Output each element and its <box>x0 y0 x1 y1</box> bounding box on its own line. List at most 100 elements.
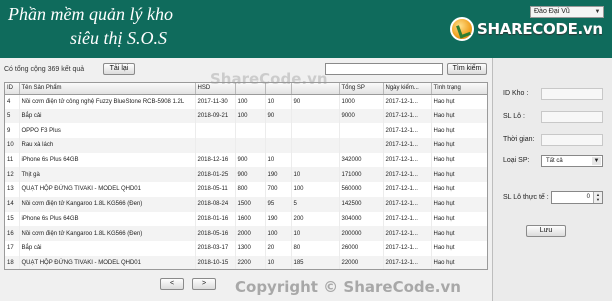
table-cell: 2200 <box>235 255 266 269</box>
table-cell: 200000 <box>339 226 384 241</box>
table-cell: 2017-12-1... <box>383 167 432 183</box>
table-cell: 90 <box>291 94 340 109</box>
column-header[interactable]: ID <box>5 83 20 95</box>
thoi-gian-label: Thời gian: <box>503 136 535 143</box>
result-count: Có tổng cộng 369 kết quả <box>4 66 85 73</box>
app-title-line1: Phần mềm quản lý kho <box>8 4 173 24</box>
table-cell: 16 <box>5 226 20 241</box>
table-row[interactable]: 5 Bắp cải 2018-09-21 100 90 9000 2017-12-1... H… <box>5 108 487 124</box>
table-cell: 1300 <box>235 240 266 256</box>
table-row[interactable]: 18 QUẠT HỘP ĐỨNG TIVAKI - MODEL QHD01 2018… <box>5 255 487 269</box>
table-cell: 20 <box>265 240 292 256</box>
table-cell: 10 <box>291 226 340 241</box>
table-cell <box>265 123 292 139</box>
table-cell <box>265 138 292 153</box>
table-cell: 142500 <box>339 196 384 212</box>
table-cell: 2017-11-30 <box>195 94 236 109</box>
table-cell: 2018-01-25 <box>195 167 236 183</box>
table-row[interactable]: 15 iPhone 6s Plus 64GB 2018-01-16 1600 190 20… <box>5 211 487 227</box>
table-cell: 2017-12-1... <box>383 226 432 241</box>
table-cell: 100 <box>291 182 340 197</box>
thoi-gian-field <box>541 134 603 146</box>
user-select-value: Đào Đại Vũ <box>534 8 570 15</box>
table-cell: 100 <box>265 226 292 241</box>
table-cell: 2017-12-1... <box>383 182 432 197</box>
sharecode-logo: SHARECODE.vn <box>450 16 603 42</box>
table-cell: 2017-12-1... <box>383 240 432 256</box>
table-row[interactable]: 9 OPPO F3 Plus 2017-12-1... Hao hụt <box>5 123 487 139</box>
search-input[interactable] <box>325 63 443 75</box>
table-cell: Hao hụt <box>431 167 487 183</box>
table-row[interactable]: 16 Nồi cơm điện tử Kangaroo 1.8L KG566 (Đ… <box>5 226 487 241</box>
table-row[interactable]: 13 QUẠT HỘP ĐỨNG TIVAKI - MODEL QHD01 2018… <box>5 182 487 197</box>
table-cell: Hao hụt <box>431 182 487 197</box>
table-cell: 2017-12-1... <box>383 152 432 168</box>
table-cell <box>339 123 384 139</box>
save-button[interactable]: Lưu <box>526 225 566 237</box>
column-header[interactable]: Tình trạng <box>431 83 487 95</box>
table-cell: Thịt gà <box>19 167 196 183</box>
table-cell: Hao hụt <box>431 108 487 124</box>
table-cell: 1500 <box>235 196 266 212</box>
column-header[interactable]: Tổng SP <box>339 83 384 95</box>
sl-lo-thuc-te-spinner[interactable]: 0 ▲ ▼ <box>551 191 603 204</box>
table-cell: Hao hụt <box>431 94 487 109</box>
table-cell: 100 <box>235 94 266 109</box>
table-cell: Hao hụt <box>431 152 487 168</box>
table-cell: 10 <box>265 152 292 168</box>
watermark-top: ShareCode.vn <box>210 70 328 88</box>
table-cell: 2018-03-17 <box>195 240 236 256</box>
table-cell: QUẠT HỘP ĐỨNG TIVAKI - MODEL QHD01 <box>19 182 196 197</box>
table-cell: OPPO F3 Plus <box>19 123 196 139</box>
sharecode-logo-icon <box>450 17 474 41</box>
table-cell <box>235 123 266 139</box>
table-cell: 2017-12-1... <box>383 255 432 269</box>
reload-button[interactable]: Tải lại <box>103 63 135 75</box>
loai-sp-label: Loại SP: <box>503 157 530 164</box>
watermark-copyright: Copyright © ShareCode.vn <box>235 278 461 296</box>
spinner-arrows[interactable]: ▲ ▼ <box>593 192 602 203</box>
table-cell: 2017-12-1... <box>383 138 432 153</box>
table-cell: 2018-09-21 <box>195 108 236 124</box>
table-row[interactable]: 17 Bắp cải 2018-03-17 1300 20 80 26000 2017-12-… <box>5 240 487 256</box>
table-cell: 560000 <box>339 182 384 197</box>
table-cell: 2018-12-16 <box>195 152 236 168</box>
pagination: < > <box>160 278 216 290</box>
loai-sp-select[interactable]: Tất cả ▼ <box>541 155 603 167</box>
table-row[interactable]: 14 Nồi cơm điện tử Kangaroo 1.8L KG566 (Đ… <box>5 196 487 212</box>
table-cell: iPhone 6s Plus 64GB <box>19 152 196 168</box>
table-row[interactable]: 11 iPhone 6s Plus 64GB 2018-12-16 900 10 3420… <box>5 152 487 168</box>
table-cell <box>235 138 266 153</box>
next-page-button[interactable]: > <box>192 278 216 290</box>
table-cell: 95 <box>265 196 292 212</box>
column-header[interactable]: Ngày kiểm... <box>383 83 432 95</box>
id-kho-label: ID Kho : <box>503 90 529 97</box>
table-cell: 13 <box>5 182 20 197</box>
table-cell: 18 <box>5 255 20 269</box>
table-cell: Bắp cải <box>19 108 196 124</box>
table-cell: 2018-01-16 <box>195 211 236 227</box>
search-button[interactable]: Tìm kiếm <box>447 63 487 75</box>
table-cell: 200 <box>291 211 340 227</box>
table-cell: 1000 <box>339 94 384 109</box>
table-cell: 10 <box>291 167 340 183</box>
table-row[interactable]: 4 Nồi cơm điện tử công nghệ Fuzzy BlueSto… <box>5 94 487 109</box>
user-select[interactable]: Đào Đại Vũ ▼ <box>530 6 604 18</box>
table-cell: 10 <box>265 255 292 269</box>
table-cell: 10 <box>265 94 292 109</box>
table-row[interactable]: 10 Rau xà lách 2017-12-1... Hao hụt <box>5 138 487 153</box>
prev-page-button[interactable]: < <box>160 278 184 290</box>
table-row[interactable]: 12 Thịt gà 2018-01-25 900 190 10 171000 2017-12… <box>5 167 487 183</box>
table-cell: 2017-12-1... <box>383 108 432 124</box>
table-cell: 2000 <box>235 226 266 241</box>
table-cell: 26000 <box>339 240 384 256</box>
chevron-down-icon: ▼ <box>592 157 601 165</box>
column-header[interactable]: Tên Sản Phẩm <box>19 83 196 95</box>
table-cell <box>195 138 236 153</box>
inventory-table[interactable]: ID Tên Sản Phẩm HSD Tổng SP Ngày kiểm... Tình… <box>4 82 488 270</box>
table-cell: Hao hụt <box>431 211 487 227</box>
table-cell: 2018-10-15 <box>195 255 236 269</box>
table-cell: 900 <box>235 152 266 168</box>
app-title-line2: siêu thị S.O.S <box>70 28 167 48</box>
table-cell: Nồi cơm điện tử công nghệ Fuzzy BlueSton… <box>19 94 196 109</box>
